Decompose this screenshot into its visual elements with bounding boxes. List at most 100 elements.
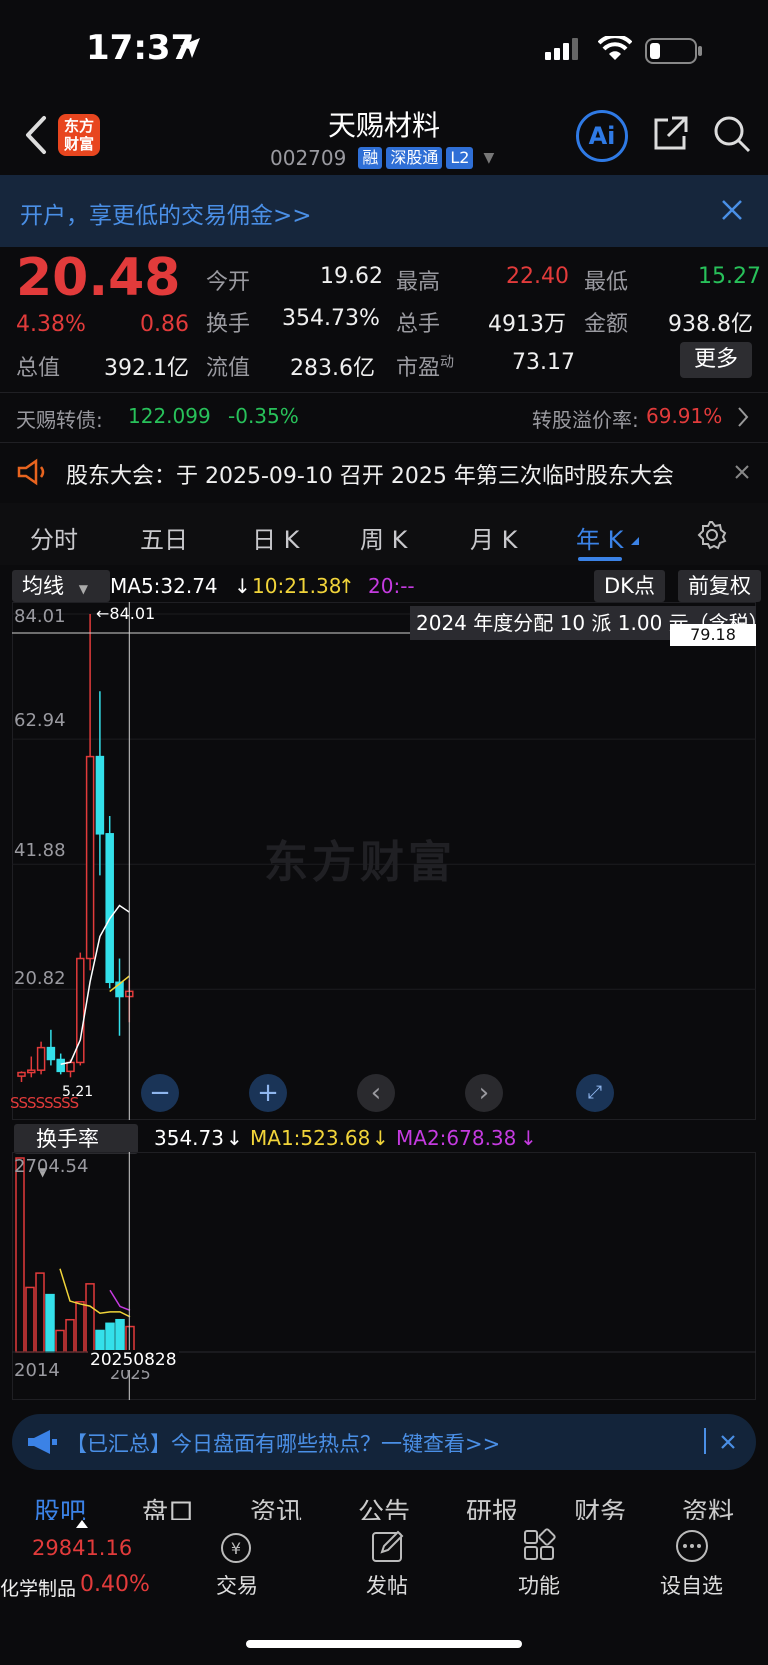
svg-text:¥: ¥ (231, 1539, 241, 1558)
stock-meta[interactable]: 002709 融 深股通 L2 ▼ (270, 146, 494, 170)
gear-icon[interactable] (697, 520, 727, 550)
turnover-bar (25, 1286, 35, 1353)
amount-label: 金额 (584, 312, 629, 337)
status-bar: 17:37 (0, 0, 768, 100)
turnover-ma2-line (109, 1289, 131, 1312)
tab-five-day[interactable]: 五日 (140, 520, 188, 555)
notice-text[interactable]: 股东大会：于 2025-09-10 召开 2025 年第三次临时股东大会 (66, 458, 674, 490)
promo-banner-text[interactable]: 开户，享更低的交易佣金>> (20, 196, 312, 230)
search-icon[interactable] (712, 114, 752, 154)
ai-button[interactable]: Ai (576, 110, 628, 162)
edit-post-icon[interactable] (370, 1528, 406, 1564)
tab-dropdown-icon[interactable] (631, 537, 639, 545)
volume-value: 4913万 (488, 312, 566, 337)
tab-weekly-k[interactable]: 周 K (360, 520, 407, 555)
indicator-select[interactable]: 均线 ▼ (12, 570, 110, 602)
tab-order-book[interactable]: 盘口 (142, 1492, 194, 1520)
tab-finance[interactable]: 财务 (574, 1492, 626, 1520)
turnover-bar (65, 1318, 75, 1353)
mcap-label: 总值 (16, 356, 61, 381)
tag-connect: 深股通 (386, 147, 443, 169)
more-dots-icon[interactable] (674, 1528, 710, 1564)
pan-right-button[interactable]: › (465, 1074, 503, 1112)
index-value[interactable]: 29841.16 (32, 1536, 132, 1560)
pe-label-text: 市盈 (396, 356, 441, 381)
share-icon[interactable] (650, 114, 690, 154)
x-label-start: 2014 (14, 1360, 60, 1381)
trade-label[interactable]: 交易 (216, 1570, 258, 1600)
tab-yearly-k[interactable]: 年 K (576, 520, 623, 555)
candle-body (66, 1061, 75, 1073)
trade-icon[interactable]: ¥ (216, 1530, 256, 1566)
turnover-bar (35, 1272, 45, 1353)
turnover-current: 354.73 (154, 1126, 224, 1150)
post-label[interactable]: 发帖 (366, 1570, 408, 1600)
sector-name[interactable]: 化学制品 (0, 1574, 76, 1601)
zoom-out-button[interactable]: − (141, 1074, 179, 1112)
close-icon[interactable] (720, 1434, 736, 1450)
tab-profile[interactable]: 资料 (682, 1492, 734, 1520)
arrow-down-icon: ↓ (372, 1126, 389, 1150)
change-amount: 0.86 (140, 312, 189, 337)
zoom-in-button[interactable]: + (249, 1074, 287, 1112)
tab-daily-k[interactable]: 日 K (252, 520, 299, 555)
divider (0, 392, 768, 393)
bond-change: -0.35% (228, 404, 299, 428)
speaker-icon (17, 458, 45, 486)
caret-down-icon: ▼ (78, 582, 88, 596)
y-label-4: 20.82 (14, 968, 66, 989)
bond-label[interactable]: 天赐转债: (16, 404, 103, 433)
min-marker: 5.21 (62, 1084, 94, 1100)
crosshair-price-label: 79.18 (670, 624, 756, 646)
turnover-bar (45, 1293, 55, 1353)
turnover-ma2: MA2:678.38 (396, 1126, 517, 1150)
ma20-value: 20:-- (368, 574, 415, 598)
candle-body (46, 1046, 56, 1061)
volume-indicator-select[interactable]: 换手率 ▼ (14, 1124, 138, 1179)
grid-function-icon[interactable] (522, 1528, 558, 1564)
candle-body (56, 1058, 65, 1073)
watchlist-label[interactable]: 设自选 (660, 1570, 723, 1600)
volume-label: 总手 (396, 312, 441, 337)
chevron-right-icon[interactable] (736, 406, 750, 428)
hot-topics-text[interactable]: 【已汇总】今日盘面有哪些热点？一键查看>> (66, 1428, 500, 1458)
premium-label: 转股溢价率: (532, 408, 639, 432)
tab-news[interactable]: 资讯 (250, 1492, 302, 1520)
float-label: 流值 (206, 356, 251, 381)
amount-value: 938.8亿 (668, 312, 753, 337)
y-label-2: 62.94 (14, 710, 66, 731)
home-indicator (246, 1640, 522, 1648)
watermark: 东方财富 (264, 837, 456, 888)
tab-guba[interactable]: 股吧 (34, 1492, 86, 1520)
function-label[interactable]: 功能 (518, 1570, 560, 1600)
candle-body (105, 833, 114, 984)
turnover-y-max: 2704.54 (14, 1156, 89, 1177)
tab-announcements[interactable]: 公告 (358, 1492, 410, 1520)
pan-left-button[interactable]: ‹ (357, 1074, 395, 1112)
tab-intraday[interactable]: 分时 (30, 520, 78, 555)
open-value: 19.62 (320, 264, 383, 289)
tab-research[interactable]: 研报 (466, 1492, 518, 1520)
tag-l2: L2 (446, 147, 474, 169)
divider (0, 442, 768, 443)
adjust-button[interactable]: 前复权 (678, 570, 761, 602)
max-marker: ←84.01 (96, 604, 156, 623)
turnover-bar (15, 1157, 25, 1353)
more-button[interactable]: 更多 (680, 342, 752, 378)
tab-monthly-k[interactable]: 月 K (470, 520, 517, 555)
close-icon[interactable] (734, 464, 750, 480)
candle-body (27, 1069, 36, 1074)
fullscreen-button[interactable]: ⤢ (576, 1074, 614, 1112)
candle-body (85, 755, 95, 960)
turnover-bar (105, 1322, 115, 1353)
dk-point-button[interactable]: DK点 (594, 570, 665, 602)
indicator-select-label: 均线 (22, 574, 64, 598)
close-icon[interactable] (720, 198, 744, 222)
arrow-up-icon: ↑ (338, 574, 355, 598)
ma10-value: 10:21.38 (252, 574, 342, 598)
candle-body (36, 1046, 46, 1071)
dk-point-label: DK点 (604, 574, 655, 598)
turnover-bar (115, 1318, 125, 1353)
bottom-tabs: 股吧 盘口 资讯 公告 研报 财务 资料 (0, 1480, 768, 1520)
turnover-ma1-line (59, 1268, 131, 1318)
